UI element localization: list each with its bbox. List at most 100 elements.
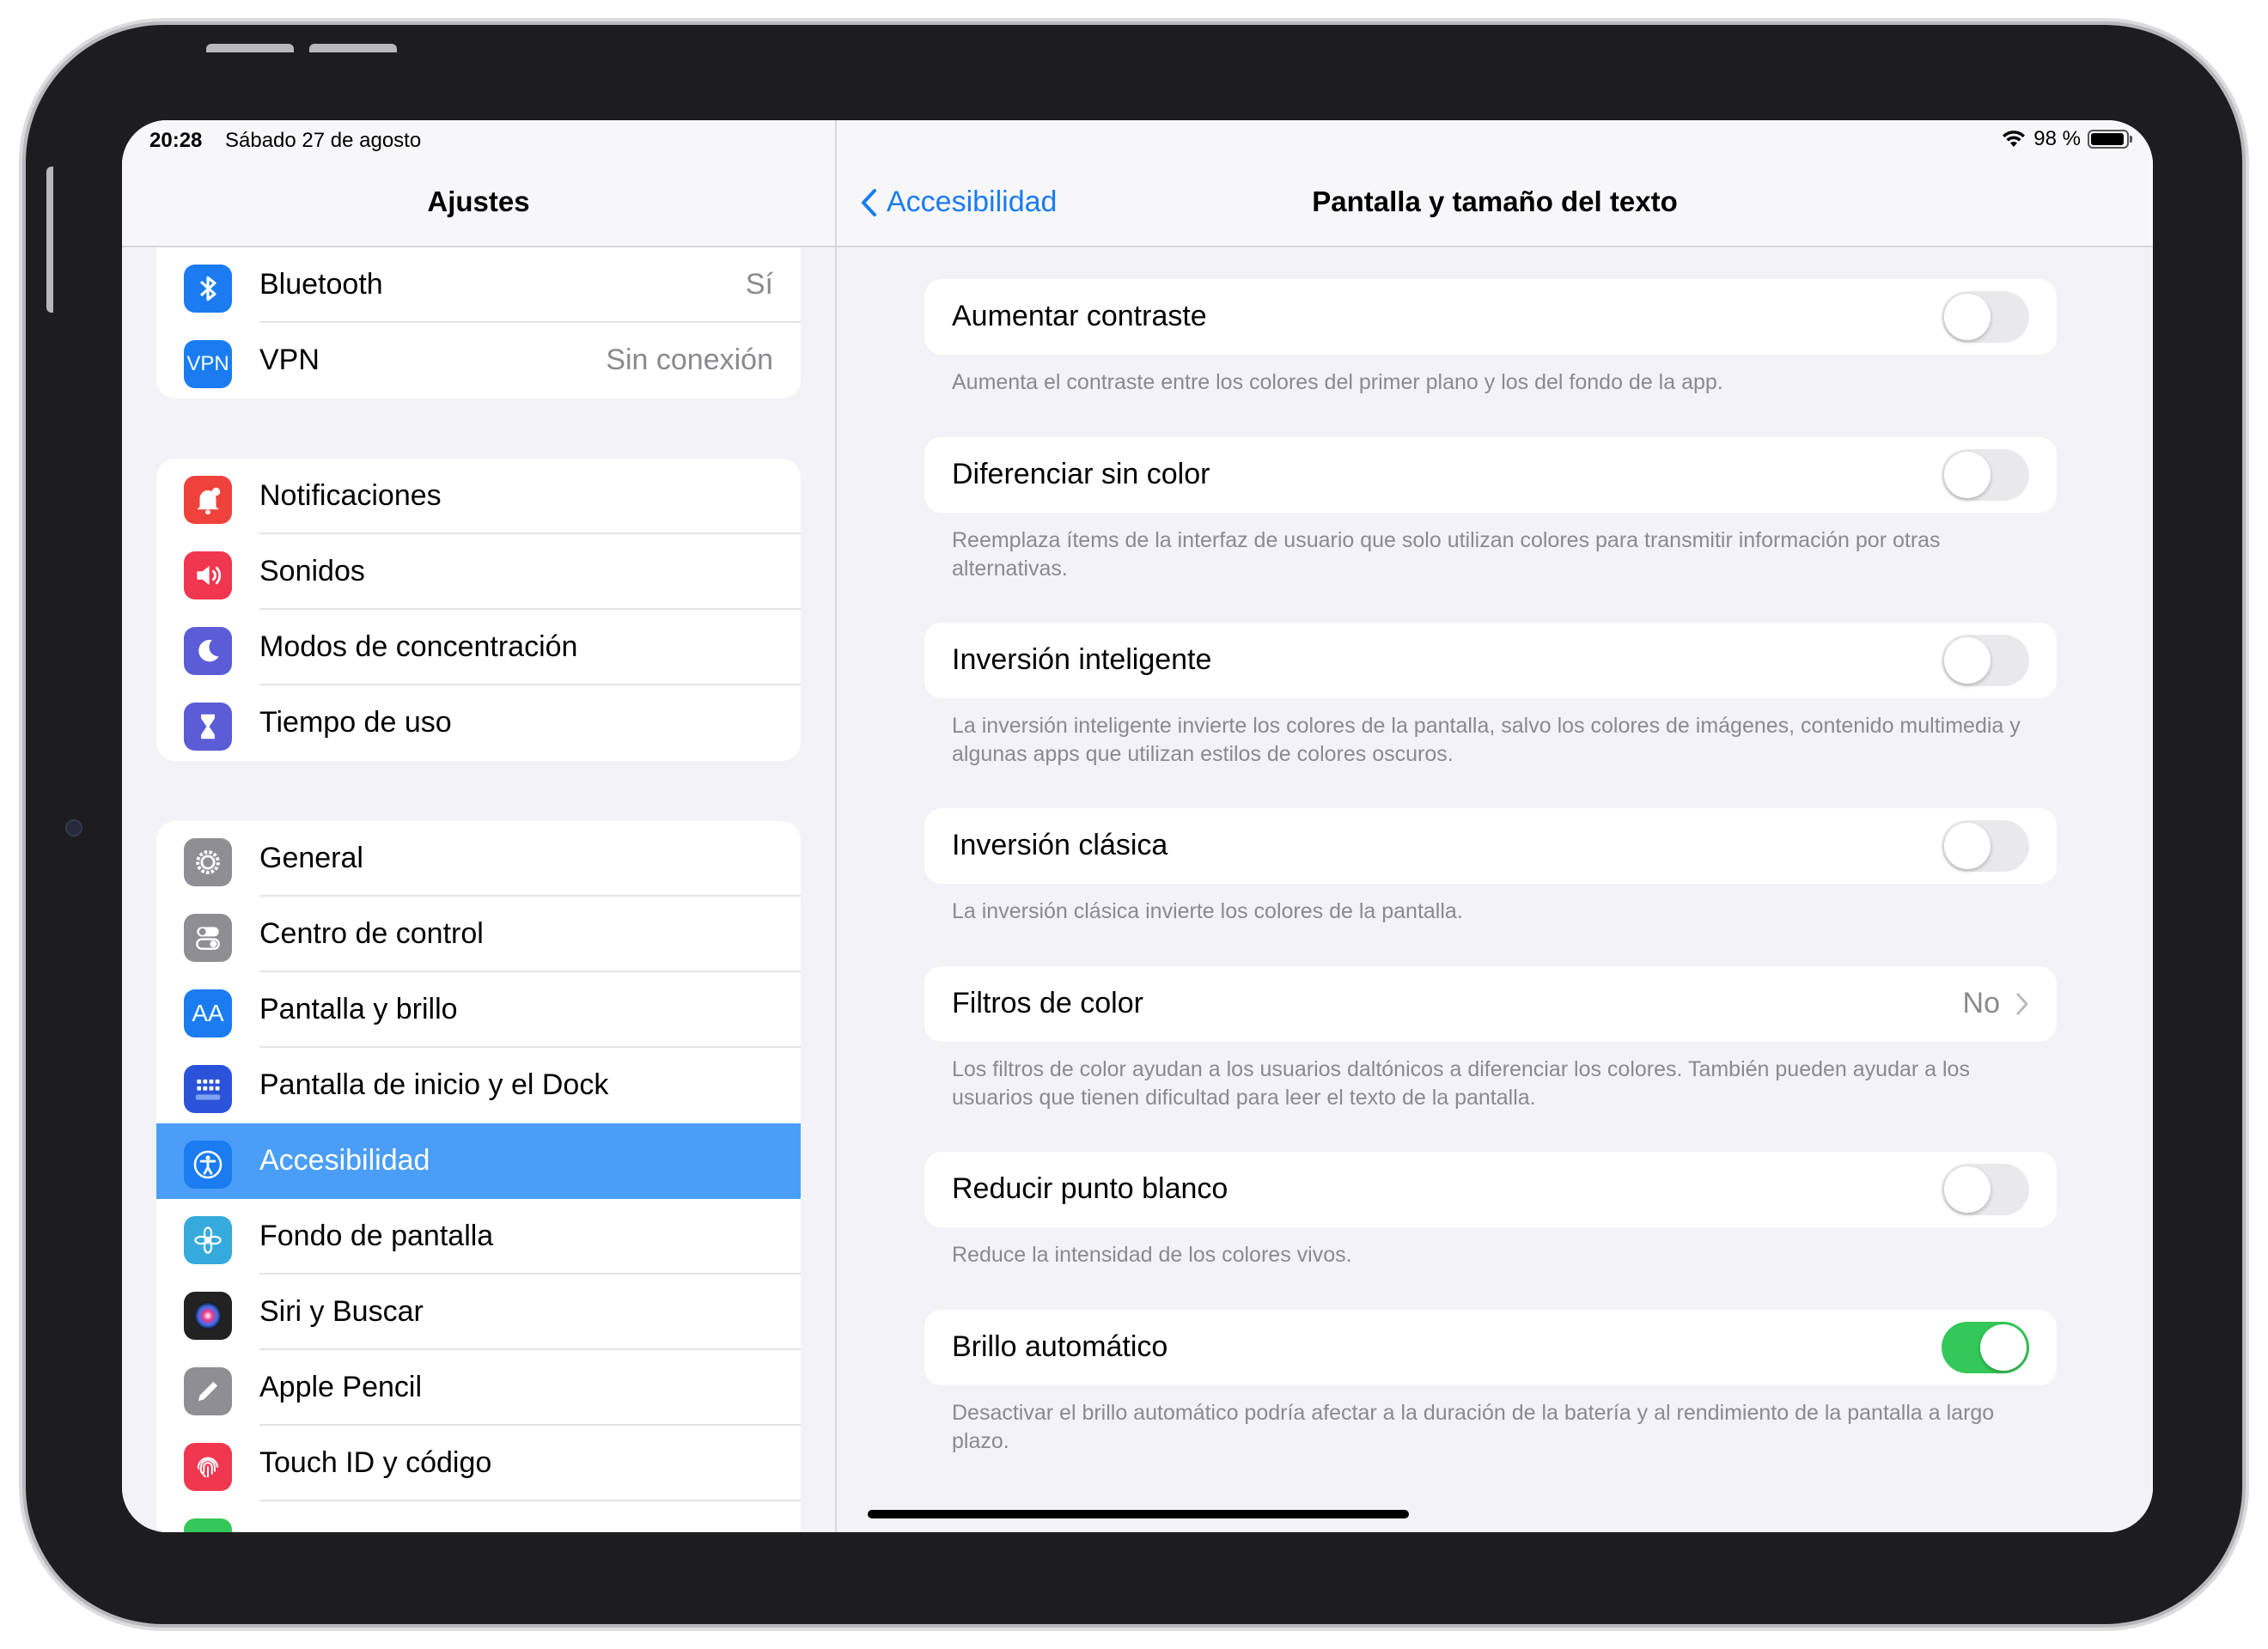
front-camera bbox=[65, 819, 82, 837]
setting-value: No bbox=[1963, 987, 2029, 1020]
sidebar-item-siri-buscar[interactable]: Siri y Buscar bbox=[156, 1275, 801, 1350]
top-button bbox=[46, 167, 53, 313]
setting-row: Inversión clásica bbox=[924, 808, 2057, 884]
sidebar-item-label: Sonidos bbox=[259, 555, 365, 587]
sidebar-item-pantalla-inicio-dock[interactable]: Pantalla de inicio y el Dock bbox=[156, 1048, 801, 1123]
battery-settings-icon bbox=[184, 1518, 232, 1532]
sidebar-item-partial bbox=[156, 1501, 801, 1532]
sidebar-item-label: Siri y Buscar bbox=[259, 1295, 424, 1328]
section-inversion-inteligente: Inversión inteligente La inversión intel… bbox=[924, 623, 2057, 808]
status-date: Sábado 27 de agosto bbox=[225, 129, 422, 152]
section-reducir-punto-blanco: Reducir punto blanco Reduce la intensida… bbox=[924, 1152, 2057, 1310]
volume-up-button bbox=[206, 44, 294, 52]
sidebar-item-pantalla-brillo[interactable]: AA Pantalla y brillo bbox=[156, 972, 801, 1048]
status-right: 98 % bbox=[2001, 127, 2132, 151]
setting-label: Filtros de color bbox=[952, 987, 1143, 1019]
volume-down-button bbox=[309, 44, 397, 52]
fingerprint-icon bbox=[184, 1443, 232, 1491]
setting-label: Inversión clásica bbox=[952, 829, 1168, 861]
setting-label: Aumentar contraste bbox=[952, 300, 1207, 332]
sidebar-item-label: General bbox=[259, 842, 363, 874]
sidebar-item-general[interactable]: General bbox=[156, 821, 801, 897]
brillo-automatico-toggle[interactable] bbox=[1942, 1322, 2029, 1373]
setting-row: Aumentar contraste bbox=[924, 279, 2057, 355]
sidebar-item-touch-id[interactable]: Touch ID y código bbox=[156, 1426, 801, 1501]
sidebar-item-notificaciones[interactable]: Notificaciones bbox=[156, 459, 801, 534]
setting-row: Diferenciar sin color bbox=[924, 437, 2057, 513]
battery-percent: 98 % bbox=[2033, 127, 2081, 150]
sidebar-item-bluetooth[interactable]: Bluetooth Sí bbox=[156, 247, 801, 323]
sidebar-item-label: Modos de concentración bbox=[259, 630, 578, 663]
sidebar-group-connectivity: Bluetooth Sí VPN VPN Sin conexión bbox=[156, 247, 801, 399]
pencil-icon bbox=[184, 1367, 232, 1415]
reducir-punto-blanco-toggle[interactable] bbox=[1942, 1164, 2029, 1215]
moon-icon bbox=[184, 627, 232, 675]
settings-list: Aumentar contraste Aumenta el contraste … bbox=[924, 279, 2057, 1495]
vpn-icon: VPN bbox=[184, 340, 232, 388]
sidebar-title: Ajustes bbox=[427, 186, 530, 217]
status-time: 20:28 bbox=[149, 129, 203, 152]
battery-icon bbox=[2088, 130, 2132, 149]
grid-icon bbox=[184, 1065, 232, 1113]
setting-footer: La inversión inteligente invierte los co… bbox=[952, 714, 2021, 766]
sidebar-item-centro-control[interactable]: Centro de control bbox=[156, 897, 801, 972]
bell-icon bbox=[184, 476, 232, 524]
section-diferenciar-sin-color: Diferenciar sin color Reemplaza ítems de… bbox=[924, 437, 2057, 623]
gear-icon bbox=[184, 838, 232, 886]
inversion-inteligente-toggle[interactable] bbox=[1942, 635, 2029, 686]
sidebar-item-label: Pantalla de inicio y el Dock bbox=[259, 1068, 609, 1101]
sidebar-item-modos-concentracion[interactable]: Modos de concentración bbox=[156, 610, 801, 685]
sidebar-list: Bluetooth Sí VPN VPN Sin conexión Notifi… bbox=[156, 247, 801, 1532]
sidebar-item-vpn[interactable]: VPN VPN Sin conexión bbox=[156, 323, 801, 399]
section-aumentar-contraste: Aumentar contraste Aumenta el contraste … bbox=[924, 279, 2057, 437]
wifi-icon bbox=[2003, 131, 2026, 147]
section-inversion-clasica: Inversión clásica La inversión clásica i… bbox=[924, 808, 2057, 966]
sidebar-item-label: VPN bbox=[259, 344, 320, 376]
status-bar: 20:28 Sábado 27 de agosto 98 % bbox=[122, 120, 2153, 172]
screen: 20:28 Sábado 27 de agosto 98 % Bluetooth… bbox=[122, 120, 2153, 1532]
inversion-clasica-toggle[interactable] bbox=[1942, 820, 2029, 872]
flower-icon bbox=[184, 1216, 232, 1264]
sidebar-item-label: Centro de control bbox=[259, 917, 484, 950]
sidebar-item-apple-pencil[interactable]: Apple Pencil bbox=[156, 1350, 801, 1426]
home-indicator[interactable] bbox=[868, 1510, 1409, 1518]
chevron-right-icon bbox=[2016, 993, 2028, 1014]
sidebar-item-sonidos[interactable]: Sonidos bbox=[156, 534, 801, 610]
section-filtros-color: Filtros de color No Los filtros de color… bbox=[924, 966, 2057, 1152]
siri-icon bbox=[184, 1292, 232, 1340]
setting-label: Inversión inteligente bbox=[952, 643, 1212, 676]
sidebar-item-label: Bluetooth bbox=[259, 268, 383, 301]
diferenciar-sin-color-toggle[interactable] bbox=[1942, 449, 2029, 501]
setting-row: Brillo automático bbox=[924, 1310, 2057, 1385]
filtros-color-row[interactable]: Filtros de color No bbox=[924, 966, 2057, 1042]
setting-footer: Los filtros de color ayudan a los usuari… bbox=[952, 1057, 1970, 1110]
sidebar-item-value: Sí bbox=[745, 268, 773, 301]
settings-sidebar: Bluetooth Sí VPN VPN Sin conexión Notifi… bbox=[122, 120, 837, 1532]
aumentar-contraste-toggle[interactable] bbox=[1942, 291, 2029, 343]
sidebar-item-label: Tiempo de uso bbox=[259, 706, 452, 739]
sidebar-group-notifications: Notificaciones Sonidos Modos de concentr… bbox=[156, 459, 801, 761]
sidebar-item-accesibilidad[interactable]: Accesibilidad bbox=[156, 1123, 801, 1199]
sidebar-item-value: Sin conexión bbox=[606, 344, 773, 376]
setting-footer: Reemplaza ítems de la interfaz de usuari… bbox=[952, 528, 1941, 581]
setting-footer: Reduce la intensidad de los colores vivo… bbox=[952, 1243, 1352, 1267]
sidebar-item-label: Notificaciones bbox=[259, 479, 442, 512]
page-title: Pantalla y tamaño del texto bbox=[1312, 186, 1678, 217]
speaker-icon bbox=[184, 551, 232, 599]
sidebar-item-label: Apple Pencil bbox=[259, 1371, 423, 1403]
sidebar-item-tiempo-uso[interactable]: Tiempo de uso bbox=[156, 685, 801, 761]
section-brillo-automatico: Brillo automático Desactivar el brillo a… bbox=[924, 1310, 2057, 1495]
setting-label: Diferenciar sin color bbox=[952, 458, 1210, 490]
text-size-icon: AA bbox=[184, 989, 232, 1037]
accessibility-icon bbox=[184, 1141, 232, 1189]
sidebar-item-label: Fondo de pantalla bbox=[259, 1220, 494, 1252]
setting-label: Brillo automático bbox=[952, 1330, 1168, 1363]
sidebar-item-label: Accesibilidad bbox=[259, 1144, 430, 1177]
sidebar-item-fondo-pantalla[interactable]: Fondo de pantalla bbox=[156, 1199, 801, 1275]
setting-footer: Aumenta el contraste entre los colores d… bbox=[952, 370, 1723, 394]
setting-row: Reducir punto blanco bbox=[924, 1152, 2057, 1227]
setting-footer: La inversión clásica invierte los colore… bbox=[952, 899, 1463, 923]
setting-label: Reducir punto blanco bbox=[952, 1172, 1228, 1205]
sidebar-item-label: Pantalla y brillo bbox=[259, 993, 458, 1025]
setting-footer: Desactivar el brillo automático podría a… bbox=[952, 1401, 1995, 1453]
